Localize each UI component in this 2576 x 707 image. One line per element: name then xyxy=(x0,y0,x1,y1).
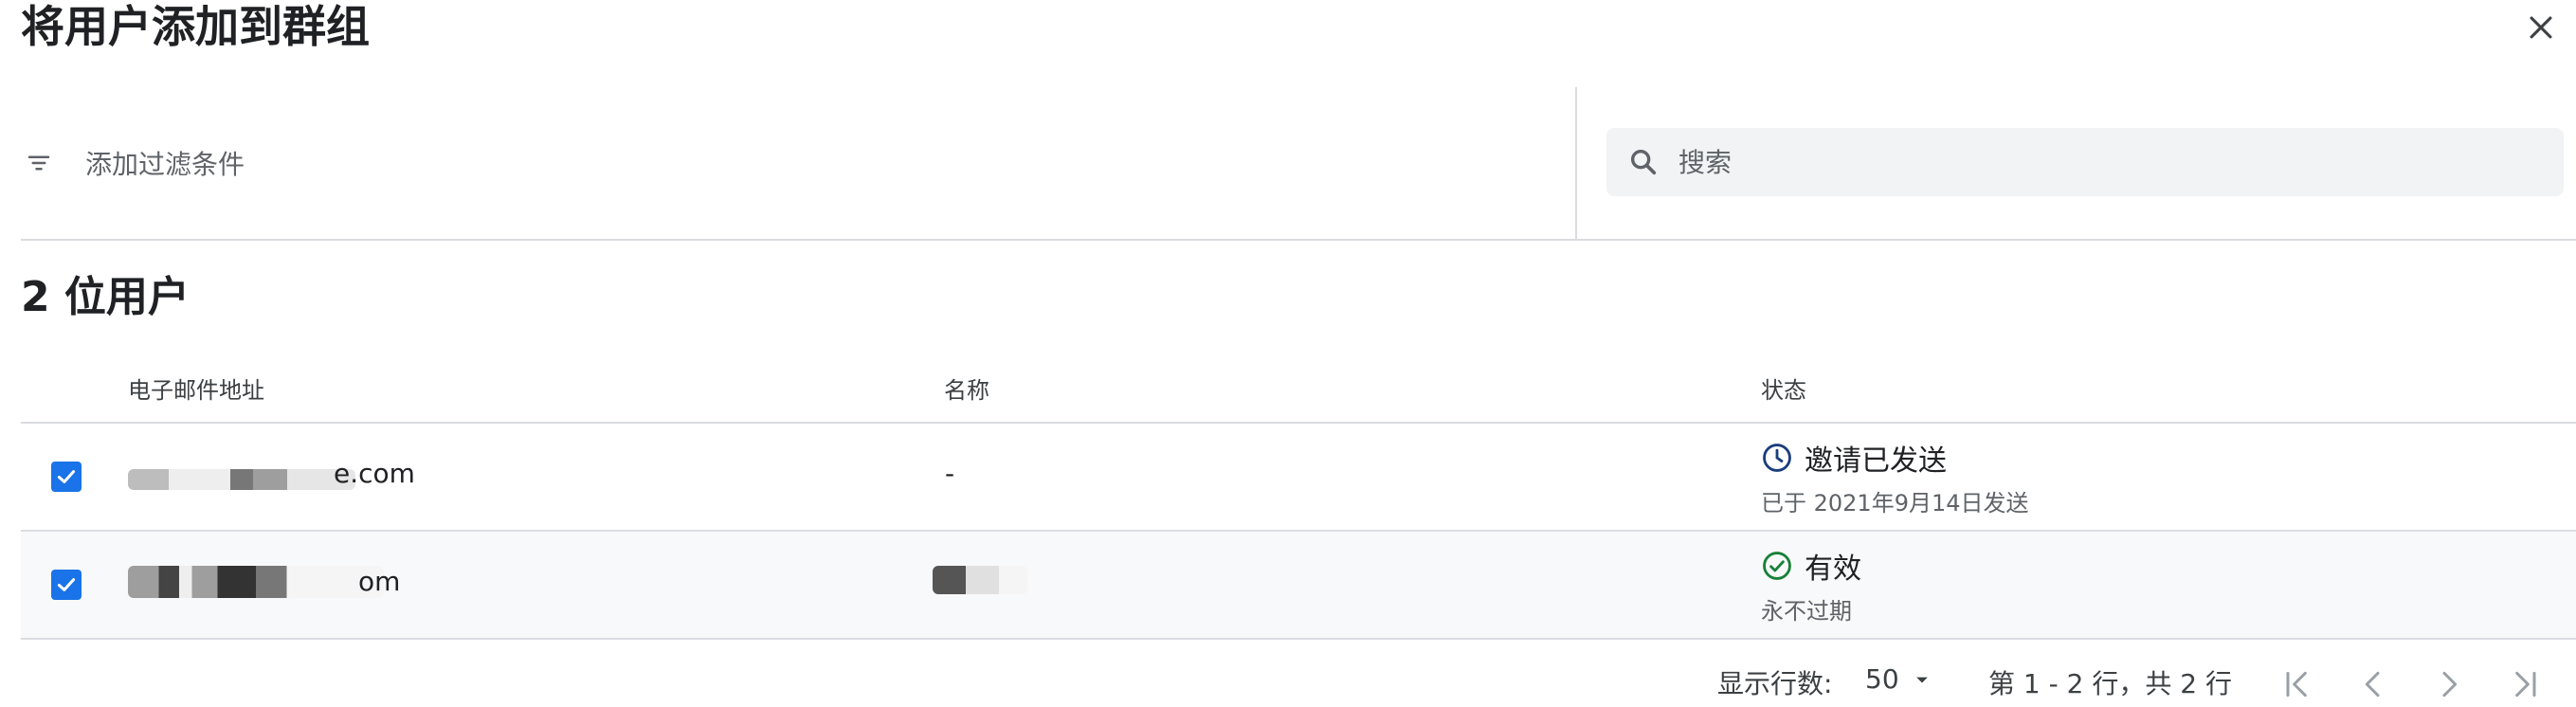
status-detail: 已于 2021年9月14日发送 xyxy=(1761,490,2029,517)
filter-bar[interactable]: 添加过滤条件 xyxy=(21,87,1575,239)
pagination-range: 第 1 - 2 行，共 2 行 xyxy=(1988,668,2232,699)
status-detail: 永不过期 xyxy=(1761,598,1852,625)
name-cell: - xyxy=(945,458,955,489)
email-cell: e.com xyxy=(334,458,415,489)
search-icon xyxy=(1630,149,1657,175)
close-button[interactable] xyxy=(2519,6,2563,49)
column-header-email[interactable]: 电子邮件地址 xyxy=(128,372,264,405)
header-divider xyxy=(21,239,2576,241)
row-divider xyxy=(21,638,2576,640)
status-label: 有效 xyxy=(1805,553,1861,586)
redacted-email xyxy=(128,469,355,490)
status-pending: 邀请已发送 xyxy=(1761,437,1947,479)
check-circle-icon xyxy=(1763,552,1791,580)
dropdown-arrow-icon xyxy=(1915,677,1928,682)
first-page-button[interactable] xyxy=(2275,662,2320,707)
user-count-title: 2 位用户 xyxy=(21,273,190,321)
add-filter-label: 添加过滤条件 xyxy=(85,149,245,180)
last-page-icon xyxy=(2515,671,2536,698)
check-icon xyxy=(57,470,76,483)
table-row[interactable]: om 有效 永不过期 xyxy=(21,532,2576,638)
clock-icon xyxy=(1763,444,1791,472)
redacted-email xyxy=(128,566,384,598)
filter-icon xyxy=(27,155,50,171)
previous-page-button[interactable] xyxy=(2350,662,2396,707)
status-active: 有效 xyxy=(1761,545,1861,587)
rows-per-page-value: 50 xyxy=(1865,663,1899,695)
dialog-title: 将用户添加到群组 xyxy=(21,1,370,52)
email-cell: om xyxy=(358,566,401,597)
row-checkbox[interactable] xyxy=(51,570,82,600)
column-header-status[interactable]: 状态 xyxy=(1761,372,1806,405)
search-input[interactable] xyxy=(1677,145,2533,179)
search-box[interactable] xyxy=(1606,128,2564,196)
column-header-name[interactable]: 名称 xyxy=(944,372,989,405)
filter-search-divider xyxy=(1575,87,1577,239)
next-page-button[interactable] xyxy=(2426,662,2472,707)
row-checkbox[interactable] xyxy=(51,462,82,492)
chevron-right-icon xyxy=(2442,671,2458,698)
close-icon xyxy=(2530,16,2552,39)
chevron-left-icon xyxy=(2365,671,2380,698)
first-page-icon xyxy=(2286,671,2307,698)
check-icon xyxy=(57,578,76,591)
rows-per-page-select[interactable]: 50 xyxy=(1865,663,1935,695)
last-page-button[interactable] xyxy=(2502,662,2548,707)
redacted-name xyxy=(933,566,1027,594)
rows-per-page-label: 显示行数: xyxy=(1717,668,1833,699)
table-row[interactable]: e.com - 邀请已发送 已于 2021年9月14日发送 xyxy=(21,424,2576,530)
status-label: 邀请已发送 xyxy=(1805,444,1947,478)
